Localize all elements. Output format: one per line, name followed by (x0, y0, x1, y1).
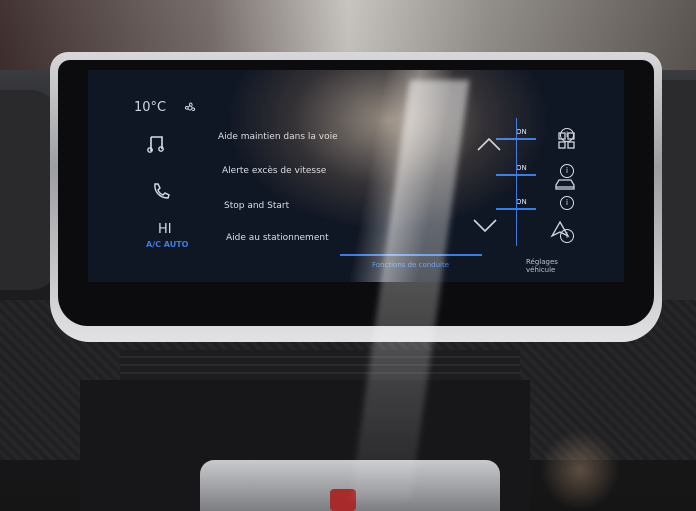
hazard-button[interactable] (330, 489, 356, 511)
chevron-down-icon[interactable] (472, 218, 498, 234)
ac-auto-label[interactable]: A/C AUTO (146, 240, 188, 249)
fan-level[interactable]: HI (158, 222, 172, 237)
driving-settings-list: Aide maintien dans la voie Alerte excès … (206, 70, 574, 282)
setting-label-stop-start[interactable]: Stop and Start (224, 201, 289, 211)
info-icon[interactable]: i (560, 164, 574, 178)
scroll-divider (516, 118, 517, 246)
climate-column: 10°C HI A/C AUTO (88, 70, 206, 282)
info-icon[interactable]: i (560, 196, 574, 210)
setting-label-lane-keeping[interactable]: Aide maintien dans la voie (218, 132, 338, 142)
infotainment-screen: 10°C HI A/C AUTO Aide maintien dans la v… (88, 70, 624, 282)
chevron-up-icon[interactable] (476, 136, 502, 152)
setting-label-parking-aid[interactable]: Aide au stationnement (226, 233, 329, 243)
toggle-stop-start[interactable]: ON (516, 198, 527, 206)
lens-flare (540, 430, 620, 510)
phone-icon[interactable] (152, 182, 170, 200)
fan-icon[interactable] (184, 102, 196, 114)
music-icon[interactable] (146, 134, 166, 154)
tab-driving-functions[interactable]: Fonctions de conduite (372, 261, 449, 269)
toggle-speed-alert[interactable]: ON (516, 164, 527, 172)
car-dashboard-photo: 10°C HI A/C AUTO Aide maintien dans la v… (0, 0, 696, 511)
apps-grid-icon[interactable] (558, 132, 576, 150)
tab-vehicle-settings[interactable]: Réglages véhicule (526, 258, 558, 274)
setting-label-speed-alert[interactable]: Alerte excès de vitesse (222, 166, 326, 176)
toggle-lane-keeping[interactable]: ON (516, 128, 527, 136)
temperature-readout: 10°C (134, 100, 167, 115)
car-icon[interactable] (554, 178, 576, 192)
active-tab-indicator (340, 254, 482, 256)
navigation-icon[interactable] (550, 220, 570, 238)
